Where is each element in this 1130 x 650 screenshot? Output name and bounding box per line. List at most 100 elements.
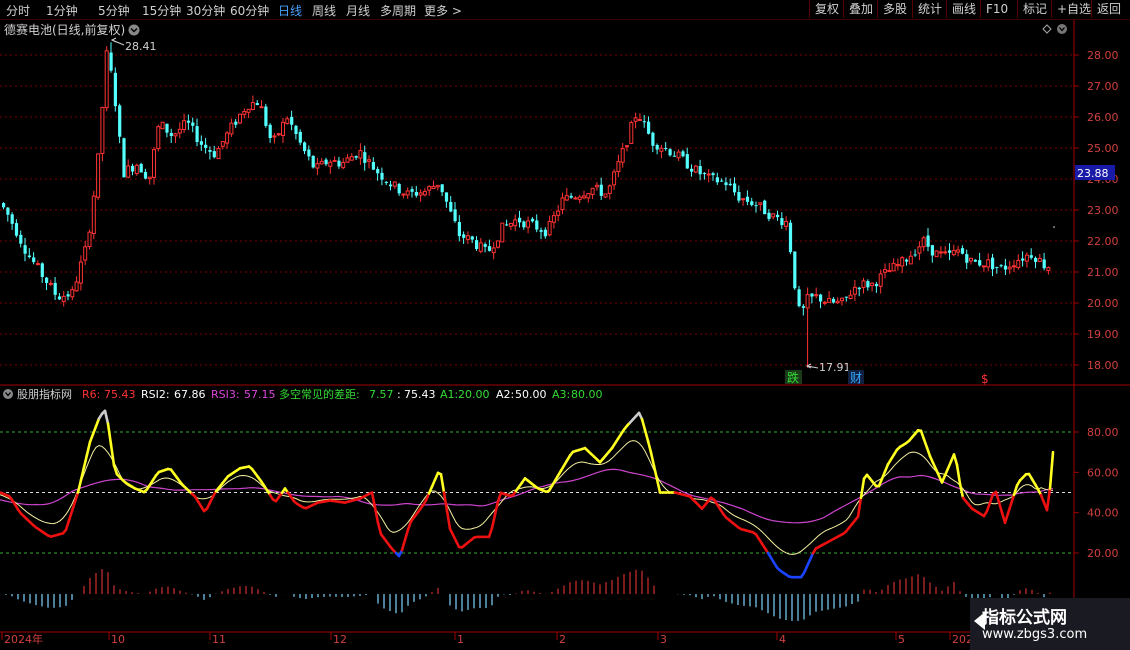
r6-line-segment (64, 519, 71, 532)
marker-dividend[interactable]: $ (981, 372, 989, 386)
candle-body-down (169, 132, 173, 136)
candle-body-up (285, 118, 290, 124)
r6-line-segment (994, 490, 1001, 504)
candle-body-down (776, 214, 780, 218)
main-grid (0, 54, 1074, 366)
candle-body-down (926, 235, 930, 247)
candle-body-down (131, 165, 135, 172)
candle-body-up (513, 219, 518, 227)
candle-body-down (195, 126, 199, 142)
candle-body-up (500, 222, 505, 243)
diamond-icon[interactable] (1042, 24, 1052, 34)
candle-body-up (61, 295, 66, 302)
candle-body-down (2, 203, 6, 208)
main-y-tick-label: 18.00 (1087, 359, 1119, 372)
candle-body-up (276, 133, 281, 136)
candle-body-down (857, 287, 861, 290)
candle-body-down (672, 155, 676, 157)
candle-body-down (118, 105, 122, 137)
candle-body-down (518, 217, 522, 223)
candle-body-up (758, 202, 763, 205)
candle-body-down (208, 150, 212, 152)
r6-line-segment (955, 463, 962, 486)
candle-body-down (978, 260, 982, 266)
legend-rsi2-label: RSI2: (141, 388, 170, 401)
candle-body-down (991, 257, 995, 270)
candle-body-up (981, 265, 986, 268)
r6-line-segment (79, 465, 86, 482)
candle-body-up (345, 157, 350, 163)
candle-body-up (70, 289, 75, 298)
candle-body-up (835, 300, 840, 304)
marker-fall[interactable]: 跌 (787, 370, 799, 385)
candle-body-up (895, 264, 900, 267)
indicator-dropdown-icon[interactable] (3, 389, 13, 399)
candle-body-down (960, 248, 965, 254)
candle-body-down (53, 282, 57, 295)
candle-body-down (973, 259, 977, 262)
candle-body-up (126, 165, 131, 178)
r6-line-segment (493, 500, 500, 516)
marker-finance[interactable]: 财 (850, 371, 862, 385)
candle-body-up (496, 240, 500, 248)
candle-body-down (483, 244, 487, 247)
r6-line-segment (490, 513, 497, 530)
time-tick-label: 10 (111, 633, 125, 646)
last-price-dot (1053, 226, 1055, 228)
candle-body-up (526, 220, 531, 228)
settings-dropdown-icon[interactable] (1057, 24, 1067, 34)
candle-body-up (956, 249, 961, 253)
candle-body-down (384, 181, 388, 183)
candle-body-down (733, 183, 737, 193)
candle-body-down (57, 296, 62, 300)
candle-body-up (315, 163, 320, 169)
candle-body-up (1012, 265, 1016, 268)
candle-body-down (819, 294, 823, 302)
r6-line-segment (643, 428, 650, 443)
candle-body-down (810, 293, 814, 297)
candle-body-down (264, 106, 268, 126)
legend-r6-value: 75.43 (104, 388, 136, 401)
title-dropdown-icon[interactable] (128, 24, 140, 36)
candle-body-up (547, 220, 552, 236)
main-y-tick-label: 22.00 (1087, 235, 1119, 248)
candle-body-down (303, 142, 307, 152)
candlesticks (2, 42, 1055, 368)
candle-body-down (139, 163, 143, 173)
r6-line-segment (85, 440, 92, 456)
legend-rsi3-label: RSI3: (211, 388, 240, 401)
r6-line-segment (646, 439, 653, 454)
candle-body-down (122, 138, 126, 178)
candle-body-down (801, 306, 805, 308)
candle-body-down (6, 207, 10, 215)
candle-body-up (848, 294, 853, 300)
candle-body-up (48, 282, 53, 285)
candle-body-down (505, 224, 509, 226)
candle-body-down (681, 151, 685, 157)
candle-body-up (582, 195, 586, 199)
candle-body-up (74, 281, 79, 292)
candle-body-up (405, 190, 410, 196)
candle-body-up (938, 251, 943, 254)
r6-line-segment (652, 464, 659, 481)
candle-body-up (229, 122, 234, 135)
candle-body-up (367, 159, 371, 162)
candle-body-down (866, 281, 870, 288)
candle-body-down (414, 191, 418, 196)
chart-canvas: 28.0027.0026.0025.0024.0023.0022.0021.00… (0, 20, 1130, 646)
candle-body-up (427, 186, 432, 191)
candle-body-down (711, 173, 715, 176)
candle-body-down (298, 131, 302, 143)
high-price-label: 28.41 (125, 40, 157, 53)
legend-colon-value: 75.43 (404, 388, 436, 401)
candle-body-down (788, 222, 793, 253)
candle-body-up (78, 261, 83, 284)
legend-rsi2-value: 67.86 (174, 388, 206, 401)
main-y-tick-label: 19.00 (1087, 328, 1119, 341)
candle-body-down (715, 177, 719, 183)
legend-colon-label: : (397, 388, 401, 401)
candle-body-down (668, 149, 672, 156)
candle-body-down (737, 192, 741, 201)
candle-body-up (147, 176, 152, 180)
candle-body-down (371, 162, 375, 170)
